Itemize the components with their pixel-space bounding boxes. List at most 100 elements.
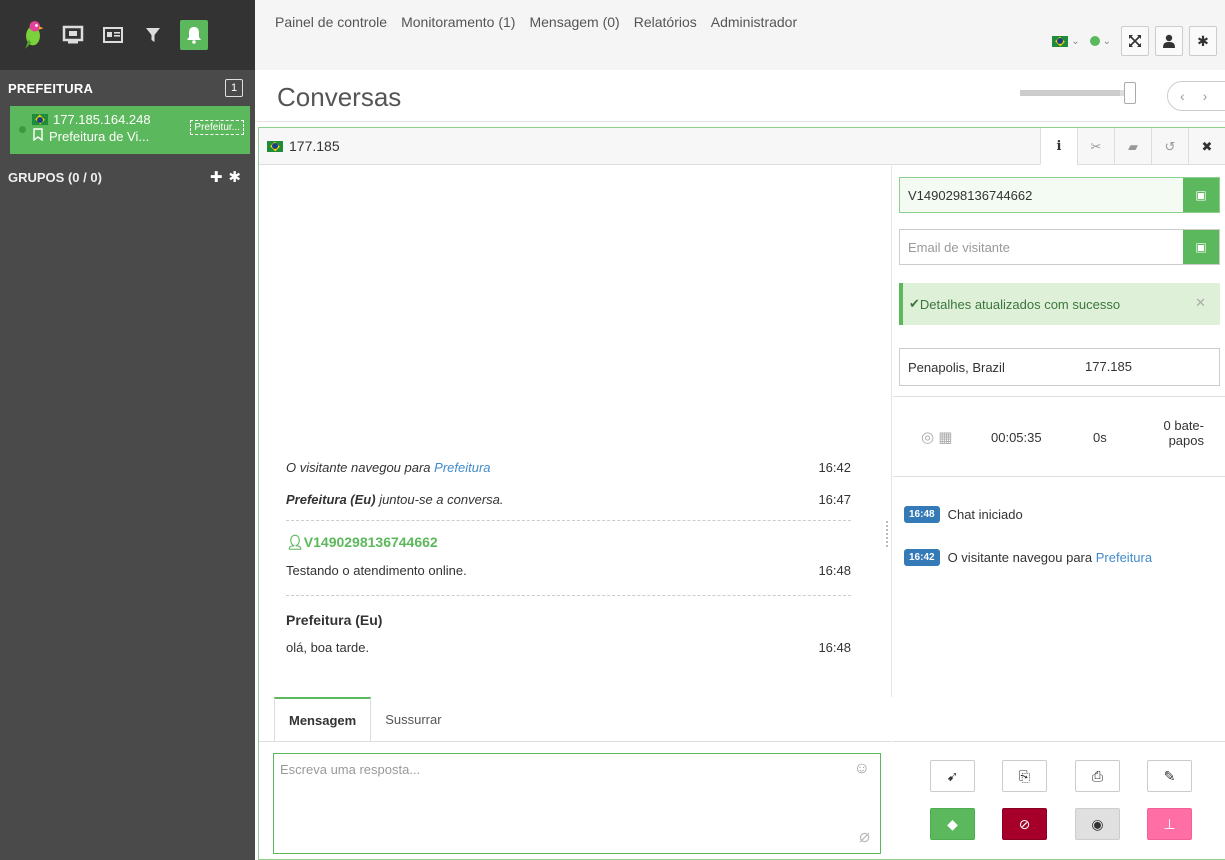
divider (893, 741, 1225, 742)
block-button[interactable]: ⊘ (1002, 808, 1047, 840)
filter-icon[interactable] (140, 22, 166, 48)
scissors-icon[interactable]: ✂ (1077, 128, 1114, 165)
system-message: O visitante navegou para Prefeitura 16:4… (286, 460, 851, 475)
chat-item-tag: Prefeitur... (190, 120, 244, 135)
tag-button[interactable]: ◆ (930, 808, 975, 840)
system-message-author: Prefeitura (Eu) (286, 492, 376, 507)
chevron-left-icon[interactable]: ‹ (1180, 88, 1185, 104)
expand-icon[interactable] (1121, 26, 1149, 56)
nav-messages[interactable]: Mensagem (0) (529, 14, 619, 30)
page-link[interactable]: Prefeitura (1096, 550, 1152, 565)
chat-pager: ‹ › (1167, 81, 1225, 111)
visitor-message: Testando o atendimento online. 16:48 (286, 563, 851, 578)
info-tabs: i ✂ ▰ ↺ ✖ (1040, 128, 1225, 165)
tag-icon: ◆ (947, 815, 958, 832)
divider (259, 741, 892, 742)
nav-admin[interactable]: Administrador (711, 14, 797, 30)
hide-button[interactable]: ◉ (1075, 808, 1120, 840)
message-list: O visitante navegou para Prefeitura 16:4… (259, 166, 892, 697)
flag-brazil-icon (1052, 35, 1069, 47)
department-title: PREFEITURA (8, 80, 94, 96)
chevron-down-icon: ⌄ (1071, 35, 1080, 47)
chat-duration: 00:05:35 (991, 430, 1042, 445)
nav-monitoring[interactable]: Monitoramento (1) (401, 14, 515, 30)
bell-icon[interactable] (180, 20, 208, 50)
visitor-message-author: 👤︎V1490298136744662 (286, 534, 851, 551)
tab-message[interactable]: Mensagem (274, 697, 372, 742)
email-field[interactable]: Email de visitante ▣ (899, 229, 1220, 265)
parrot-logo-icon[interactable] (20, 21, 46, 49)
gear-icon[interactable]: ✱ (1189, 26, 1217, 56)
message-time: 16:48 (818, 563, 851, 578)
system-message-text: juntou-se a conversa. (375, 492, 504, 507)
sidebar: PREFEITURA 1 177.185.164.248 Prefeitura … (0, 0, 255, 860)
alert-text: Detalhes atualizados com sucesso (919, 296, 1121, 312)
sidebar-toolbar (0, 0, 255, 70)
save-icon[interactable]: ▣ (1183, 230, 1219, 264)
edit-icon: ✎ (1163, 767, 1176, 784)
copy-button[interactable]: ⎘ (1002, 760, 1047, 792)
groups-title: GRUPOS (0 / 0) (8, 169, 102, 185)
paperclip-icon[interactable]: ⌀ (859, 826, 870, 847)
email-placeholder: Email de visitante (908, 239, 1010, 255)
location-box: Penapolis, Brazil 177.185 (899, 348, 1220, 386)
department-count-badge: 1 (225, 79, 243, 97)
top-navigation: Painel de controle Monitoramento (1) Men… (255, 0, 1225, 70)
card-icon[interactable] (100, 22, 126, 48)
operator-name: Prefeitura (Eu) (286, 612, 383, 628)
plus-icon[interactable]: ✚ (210, 168, 223, 186)
reply-input[interactable]: Escreva uma resposta... ☺ ⌀ (273, 753, 881, 854)
event-item: 16:42 O visitante navegou para Prefeitur… (904, 549, 1152, 566)
page-link[interactable]: Prefeitura (434, 460, 490, 475)
nav-reports[interactable]: Relatórios (634, 14, 697, 30)
visitor-info-panel: V1490298136744662 ▣ Email de visitante ▣… (893, 166, 1225, 860)
status-dropdown[interactable]: ⌄ (1089, 35, 1111, 47)
chevron-down-icon: ⌄ (1102, 35, 1111, 47)
monitor-icon[interactable] (60, 22, 86, 48)
compose-tabs: Mensagem Sussurrar (274, 697, 456, 742)
chat-tab-title: 177.185 (289, 138, 340, 154)
panel-resize-handle[interactable] (886, 521, 890, 547)
event-time-badge: 16:48 (904, 506, 940, 523)
user-icon[interactable] (1155, 26, 1183, 56)
language-dropdown[interactable]: ⌄ (1052, 35, 1080, 47)
info-icon[interactable]: i (1040, 128, 1077, 165)
event-time-badge: 16:42 (904, 549, 940, 566)
tab-whisper[interactable]: Sussurrar (371, 697, 455, 742)
visitor-stats: ◎ ▦ 00:05:35 0s 0 bate- papos (893, 416, 1225, 466)
message-time: 16:47 (818, 492, 851, 507)
event-item: 16:48 Chat iniciado (904, 506, 1023, 523)
department-header[interactable]: PREFEITURA 1 (0, 70, 255, 106)
save-icon[interactable]: ▣ (1183, 178, 1219, 212)
chat-count: 0 bate- papos (1144, 418, 1204, 448)
history-icon[interactable]: ↺ (1151, 128, 1188, 165)
divider (893, 476, 1225, 477)
page-title: Conversas (277, 82, 402, 112)
message-separator (286, 520, 851, 521)
book-icon[interactable]: ▰ (1114, 128, 1151, 165)
message-time: 16:42 (818, 460, 851, 475)
edit-button[interactable]: ✎ (1147, 760, 1192, 792)
gear-icon[interactable]: ✱ (228, 168, 241, 186)
sidebar-chat-item[interactable]: 177.185.164.248 Prefeitura de Vi... Pref… (10, 106, 250, 154)
bookmark-icon (32, 128, 44, 144)
event-text: Chat iniciado (947, 507, 1023, 522)
online-status-dot (19, 126, 26, 133)
operator-message: olá, boa tarde. 16:48 (286, 640, 851, 655)
slider-fill (1020, 90, 1120, 96)
system-message: Prefeitura (Eu) juntou-se a conversa. 16… (286, 492, 851, 507)
zoom-slider[interactable] (1020, 82, 1136, 104)
pin-button[interactable]: ⊥ (1147, 808, 1192, 840)
close-icon[interactable]: ✖ (1188, 128, 1225, 165)
smile-icon[interactable]: ☺ (854, 760, 870, 778)
print-button[interactable]: ⎙ (1075, 760, 1120, 792)
nav-dashboard[interactable]: Painel de controle (275, 14, 387, 30)
transfer-button[interactable]: ➹ (930, 760, 975, 792)
close-icon[interactable]: ✕ (1195, 295, 1206, 311)
visitor-name: V1490298136744662 (303, 534, 438, 550)
chevron-right-icon[interactable]: › (1203, 88, 1208, 104)
slider-handle[interactable] (1124, 82, 1136, 104)
nick-field[interactable]: V1490298136744662 ▣ (899, 177, 1220, 213)
chat-count-line2: papos (1168, 433, 1204, 448)
transfer-icon: ➹ (946, 767, 959, 784)
